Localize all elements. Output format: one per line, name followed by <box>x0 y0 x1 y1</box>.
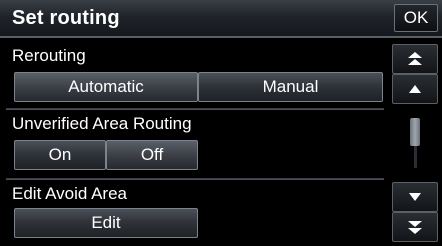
double-chevron-down-icon <box>408 221 422 234</box>
chevron-down-icon <box>409 193 421 201</box>
unverified-area-routing-section: Unverified Area Routing On Off <box>0 110 384 180</box>
scroll-thumb[interactable] <box>410 118 420 146</box>
rerouting-label: Rerouting <box>12 46 86 65</box>
double-chevron-up-icon <box>408 52 422 65</box>
on-button[interactable]: On <box>14 140 106 170</box>
scroll-top-button[interactable] <box>392 44 438 74</box>
edit-button[interactable]: Edit <box>14 208 198 238</box>
rerouting-section: Rerouting Automatic Manual <box>0 40 384 110</box>
edit-avoid-area-section: Edit Avoid Area Edit <box>0 180 384 246</box>
page-title: Set routing <box>12 7 120 29</box>
scroll-up-button[interactable] <box>392 74 438 104</box>
off-button[interactable]: Off <box>106 140 198 170</box>
settings-list: Rerouting Automatic Manual Unverified Ar… <box>0 40 384 246</box>
edit-avoid-area-label: Edit Avoid Area <box>12 184 127 203</box>
scroll-down-button[interactable] <box>392 182 438 212</box>
set-routing-screen: Set routing OK Rerouting Automatic Manua… <box>0 0 442 246</box>
automatic-button[interactable]: Automatic <box>14 72 198 102</box>
ok-button[interactable]: OK <box>394 4 438 32</box>
unverified-area-routing-label: Unverified Area Routing <box>12 114 192 133</box>
header-bar: Set routing OK <box>0 0 442 38</box>
chevron-up-icon <box>409 85 421 93</box>
scrollbar[interactable] <box>390 40 442 246</box>
scroll-bottom-button[interactable] <box>392 212 438 242</box>
manual-button[interactable]: Manual <box>198 72 383 102</box>
